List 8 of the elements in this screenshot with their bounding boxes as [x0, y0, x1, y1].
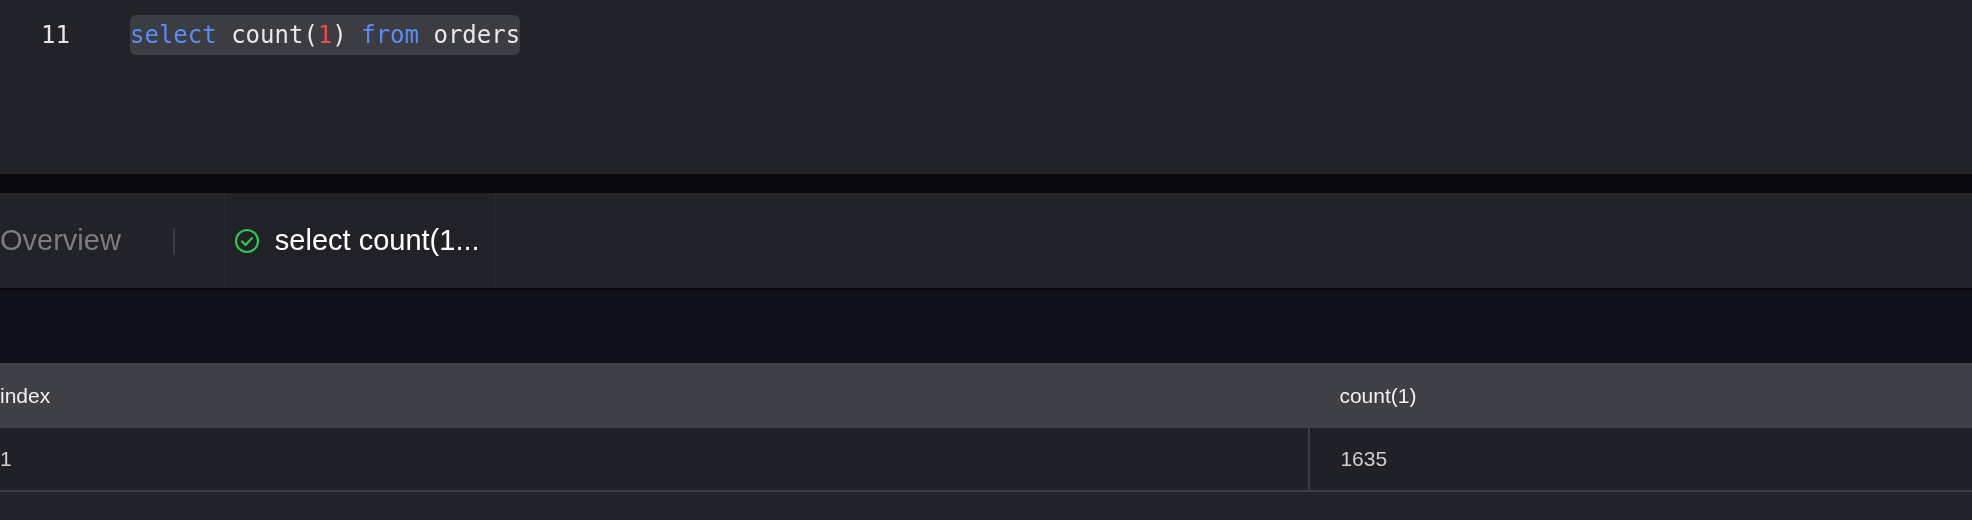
tab[interactable]: select count(1...	[224, 193, 495, 288]
tab[interactable]: Overview	[0, 193, 121, 288]
table-cell: 1635	[1309, 428, 1972, 491]
column-header: count(1)	[1309, 363, 1972, 428]
splitter-bar[interactable]	[0, 174, 1972, 193]
table-cell: 1	[0, 428, 1310, 491]
column-header: index	[0, 363, 1310, 428]
line-number: 11	[40, 20, 70, 51]
